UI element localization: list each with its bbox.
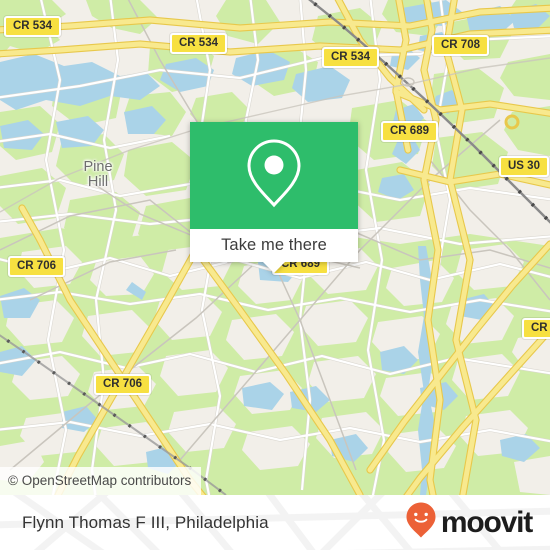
road-shield-cr-534-east[interactable]: CR 534 [322, 47, 379, 69]
take-me-there-label: Take me there [221, 236, 327, 254]
place-label-pine-hill: Pine Hill [83, 159, 113, 191]
callout-icon-area [190, 122, 358, 229]
road-shield-cr-708[interactable]: CR 708 [432, 35, 489, 57]
page-title: Flynn Thomas F III, Philadelphia [22, 512, 269, 532]
callout-pointer-tail [263, 262, 285, 273]
road-shield-cr-534-center[interactable]: CR 534 [170, 33, 227, 55]
road-shield-cr-534-west[interactable]: CR 534 [4, 16, 61, 38]
map-pin-icon [245, 137, 303, 214]
destination-callout-card[interactable]: Take me there [190, 122, 358, 273]
callout-action-area[interactable]: Take me there [190, 229, 358, 273]
road-shield-cr-706-north[interactable]: CR 706 [8, 256, 65, 278]
osm-attribution[interactable]: © OpenStreetMap contributors [0, 467, 202, 495]
map-canvas[interactable]: Pine Hill CR 689 CR 534 CR 534 CR 534 CR… [0, 0, 550, 495]
map-screenshot: Pine Hill CR 689 CR 534 CR 534 CR 534 CR… [0, 0, 550, 550]
road-shield-cr-706-south[interactable]: CR 706 [94, 374, 151, 396]
road-shield-cr-689[interactable]: CR 689 [381, 121, 438, 143]
road-shield-cr-5-edge[interactable]: CR 5 [522, 318, 550, 340]
moovit-brand[interactable]: moovit [406, 495, 533, 550]
moovit-pin-smiley-icon [406, 502, 436, 543]
moovit-wordmark: moovit [440, 505, 533, 539]
road-shield-us-30[interactable]: US 30 [499, 156, 549, 178]
footer-bar: Flynn Thomas F III, Philadelphia moovit [0, 495, 550, 550]
